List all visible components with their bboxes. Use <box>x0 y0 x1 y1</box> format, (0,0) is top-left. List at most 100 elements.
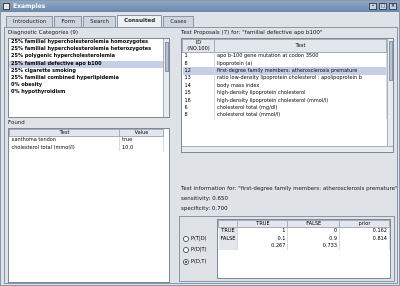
consulted-panel: Diagnostic Categories (9) 25% familial h… <box>4 27 398 284</box>
radio-label: P(D|T) <box>191 247 207 253</box>
cell-false: 0.9 <box>287 234 341 243</box>
found-col-test[interactable]: Test <box>9 129 120 137</box>
test-proposals-label: Test Proposals (7) for: "familial defect… <box>181 30 323 36</box>
cell-test: cholesterol total (mg/dl) <box>214 104 387 112</box>
cell-prior <box>339 242 390 250</box>
radio-p-t-given-d[interactable]: P(T|D) <box>183 236 207 242</box>
radio-label: P(T|D) <box>191 236 207 242</box>
list-item[interactable]: 0% obesity <box>9 82 169 89</box>
list-item[interactable]: 25% cigarette smoking <box>9 68 169 75</box>
specificity-value: specificity: 0.700 <box>181 206 228 212</box>
cell-id: 8 <box>182 111 215 120</box>
list-item[interactable]: 25% familial combined hyperlipidemia <box>9 75 169 82</box>
cell-id: 14 <box>182 82 215 90</box>
radio-dot[interactable] <box>183 247 189 253</box>
cell-true: 1 <box>237 227 289 235</box>
prob-col-false: FALSE <box>287 220 341 228</box>
radio-dot-checked[interactable] <box>183 259 189 265</box>
tab-form[interactable]: Form <box>54 16 83 27</box>
table-row[interactable]: 6 cholesterol total (mg/dl) <box>182 104 387 112</box>
table-row[interactable]: 1 apo b-100 gene mutation at codon 3500 <box>182 52 387 60</box>
tab-search[interactable]: Search <box>83 16 117 27</box>
probability-table: TRUE FALSE prior TRUE 1 0 0.162 FALSE 0.… <box>217 219 391 279</box>
table-row[interactable]: FALSE 0.1 0.9 0.814 <box>218 234 390 243</box>
cell-test: high-density lipoprotein cholesterol (mm… <box>214 96 387 105</box>
cell-id: 16 <box>182 96 215 105</box>
row-header: FALSE <box>218 234 239 243</box>
proposals-scrollbar[interactable] <box>387 39 393 146</box>
radio-p-d-given-t[interactable]: P(D|T) <box>183 247 207 253</box>
app-icon <box>3 3 10 10</box>
cell-test: lipoprotein (a) <box>214 59 387 68</box>
maximize-button[interactable]: □ <box>379 3 387 10</box>
cell-false: 0.733 <box>287 242 341 250</box>
diagnostic-categories-list[interactable]: 25% familial hypercholesterolemia homozy… <box>8 38 170 118</box>
cell-value: 10.0 <box>119 143 164 152</box>
cell-id: 6 <box>182 104 215 112</box>
tab-bar: Introduction Form Search Consulted Cases <box>6 15 195 27</box>
proposals-col-test[interactable]: Test <box>214 39 387 53</box>
cell-test: xanthoma tendon <box>9 136 120 144</box>
list-item[interactable]: 25% familial hypercholesterolemia hetero… <box>9 46 169 53</box>
row-header: TRUE <box>218 227 239 235</box>
cell-true: 0.1 <box>237 234 289 243</box>
title-bar[interactable]: Examples – □ × <box>1 1 399 12</box>
cell-id: 13 <box>182 74 215 83</box>
cell-id: 12 <box>182 67 215 75</box>
table-row[interactable]: 13 ratio low-density lipoprotein choleste… <box>182 74 387 83</box>
found-col-value[interactable]: Value <box>119 129 164 137</box>
cell-test: apo b-100 gene mutation at codon 3500 <box>214 52 387 60</box>
scroll-thumb[interactable] <box>165 42 169 72</box>
cell-prior: 0.162 <box>339 227 390 235</box>
test-proposals-table: ID (NO.100) Test 1 apo b-100 gene mutatio… <box>181 38 394 153</box>
table-row[interactable]: xanthoma tendon true <box>9 136 164 144</box>
list-item[interactable]: 0% hypothyroidism <box>9 89 169 96</box>
cell-prior: 0.814 <box>339 234 390 243</box>
proposals-hscrollbar[interactable] <box>182 146 393 152</box>
scroll-thumb[interactable] <box>389 41 393 81</box>
cell-test: first-degree family members: atheroscler… <box>214 67 387 75</box>
list-item[interactable]: 25% familial hypercholesterolemia homozy… <box>9 39 169 46</box>
row-header <box>218 242 239 250</box>
cell-id: 8 <box>182 59 215 68</box>
window-title: Examples <box>13 3 46 10</box>
proposals-col-id[interactable]: ID (NO.100) <box>182 39 215 53</box>
table-row[interactable]: cholesterol total (mmol/l) 10.0 <box>9 143 164 152</box>
cell-id: 1 <box>182 52 215 60</box>
diag-scrollbar[interactable] <box>163 39 169 117</box>
table-row[interactable]: 14 body mass index <box>182 82 387 90</box>
radio-dot[interactable] <box>183 236 189 242</box>
minimize-button[interactable]: – <box>369 3 377 10</box>
table-row[interactable]: TRUE 1 0 0.162 <box>218 227 390 235</box>
tab-introduction[interactable]: Introduction <box>6 16 54 27</box>
app-window: Examples – □ × Introduction Form Search … <box>0 0 400 286</box>
table-row[interactable]: 8 cholesterol total (mmol/l) <box>182 111 387 120</box>
cell-id: 15 <box>182 89 215 97</box>
tab-cases[interactable]: Cases <box>163 16 194 27</box>
table-row[interactable]: 15 high-density lipoprotein cholesterol <box>182 89 387 97</box>
list-item[interactable]: 25% polygenic hypercholesterolemia <box>9 53 169 60</box>
table-row[interactable]: 16 high-density lipoprotein cholesterol (… <box>182 96 387 105</box>
found-table: Test Value xanthoma tendon true choleste… <box>8 128 170 283</box>
found-label: Found <box>8 120 25 126</box>
table-row[interactable]: 0.267 0.733 <box>218 242 390 250</box>
list-item-selected[interactable]: 25% familial defective apo b100 <box>9 60 169 68</box>
diagnostic-categories-label: Diagnostic Categories (9) <box>8 30 78 36</box>
test-information-label: Test information for: "first-degree fami… <box>181 186 398 192</box>
tab-consulted[interactable]: Consulted <box>117 15 163 27</box>
prob-col-true: TRUE <box>237 220 289 228</box>
cell-test: ratio low-density lipoprotein cholestero… <box>214 74 387 83</box>
table-row-selected[interactable]: 12 first-degree family members: atheroscl… <box>182 67 387 75</box>
cell-test: high-density lipoprotein cholesterol <box>214 89 387 97</box>
cell-value: true <box>119 136 164 144</box>
radio-p-d-and-t[interactable]: P(D,T) <box>183 259 206 265</box>
cell-true: 0.267 <box>237 242 289 250</box>
close-button[interactable]: × <box>389 3 397 10</box>
cell-test: body mass index <box>214 82 387 90</box>
cell-test: cholesterol total (mmol/l) <box>9 143 120 152</box>
table-row[interactable]: 8 lipoprotein (a) <box>182 59 387 68</box>
cell-test: cholesterol total (mmol/l) <box>214 111 387 120</box>
prob-col-prior: prior <box>339 220 390 228</box>
cell-false: 0 <box>287 227 341 235</box>
radio-label: P(D,T) <box>191 259 207 265</box>
